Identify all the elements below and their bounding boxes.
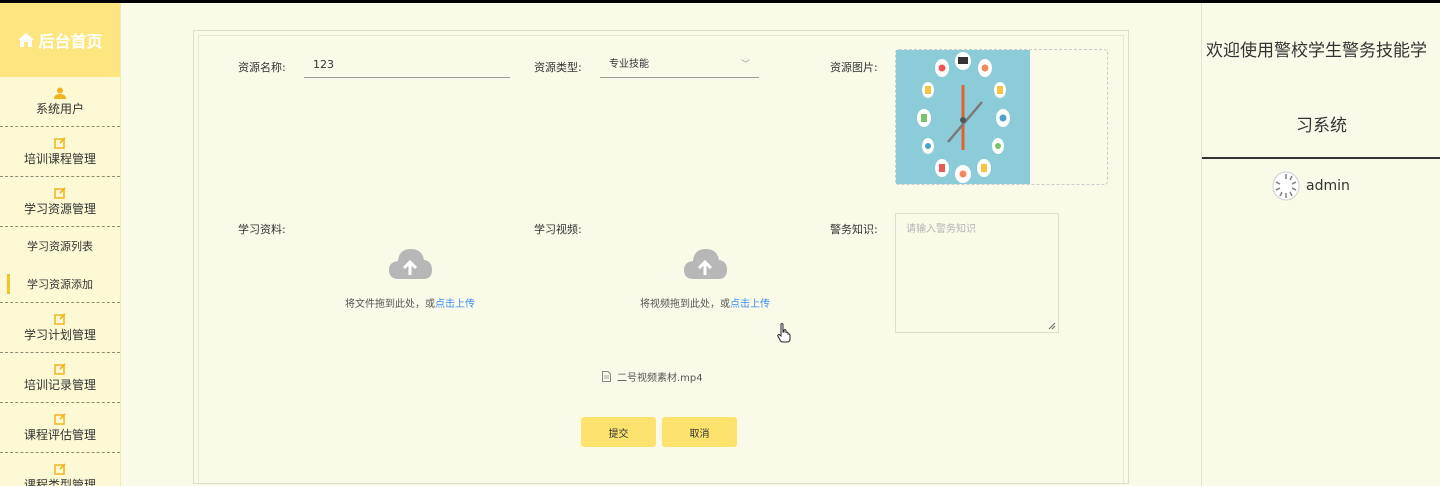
sidebar-item-learning-resources[interactable]: 学习资源管理 [0,177,120,227]
username: admin [1306,178,1350,194]
home-label: 后台首页 [38,32,103,51]
uploaded-file-item[interactable]: 二号视频素材.mp4 [602,369,703,384]
cloud-upload-icon [684,249,727,279]
learning-material-dropzone[interactable]: 将文件拖到此处，或点击上传 [290,245,530,335]
video-upload-link[interactable]: 点击上传 [730,299,770,310]
sidebar-item-label: 培训记录管理 [23,377,96,392]
sidebar-item-label: 学习资源管理 [23,201,96,216]
user-icon [54,87,66,99]
learning-material-label: 学习资料: [238,223,286,236]
edit-icon [54,462,66,475]
learning-video-dropzone[interactable]: 将视频拖到此处，或点击上传 [585,245,825,335]
home-icon [18,33,35,47]
user-info[interactable]: admin [1272,171,1350,201]
avatar [1272,171,1300,201]
edit-icon [54,312,66,325]
sidebar-item-label: 课程类型管理 [23,477,96,486]
police-knowledge-placeholder: 请输入警务知识 [906,224,976,235]
resource-type-value: 专业技能 [609,59,649,70]
resource-image-uploader[interactable] [895,49,1108,185]
video-upload-hint: 将视频拖到此处，或点击上传 [640,299,770,310]
sidebar-subitem-resource-add[interactable]: 学习资源添加 [0,265,120,303]
right-panel-divider [1202,157,1440,159]
sidebar-item-study-plans[interactable]: 学习计划管理 [0,303,120,353]
resource-name-label: 资源名称: [238,61,286,74]
resource-type-select[interactable]: 专业技能 ﹀ [600,52,759,78]
edit-icon [54,362,66,375]
edit-icon [54,136,66,149]
hand-pointer-icon [777,323,791,343]
sidebar-item-training-courses[interactable]: 培训课程管理 [0,127,120,177]
sidebar-item-label: 课程评估管理 [23,427,96,442]
edit-icon [54,186,66,199]
submit-button[interactable]: 提交 [581,417,656,447]
material-upload-link[interactable]: 点击上传 [435,299,475,310]
sidebar-item-training-records[interactable]: 培训记录管理 [0,353,120,403]
welcome-title-continued: 习系统 [1296,116,1347,136]
sidebar-subitem-resource-list[interactable]: 学习资源列表 [0,227,120,265]
resource-name-input[interactable]: 123 [304,52,510,78]
welcome-title: 欢迎使用警校学生警务技能学 [1206,41,1427,61]
edit-icon [54,412,66,425]
chevron-down-icon: ﹀ [740,60,750,70]
police-knowledge-textarea[interactable]: 请输入警务知识 [895,213,1059,333]
sidebar-item-system-users[interactable]: 系统用户 [0,77,120,127]
sidebar-item-course-types[interactable]: 课程类型管理 [0,453,120,486]
police-knowledge-label: 警务知识: [830,223,878,236]
resource-image-preview [896,50,1030,184]
resource-type-label: 资源类型: [534,61,582,74]
sidebar-item-label: 学习计划管理 [23,327,96,342]
resize-grip-icon[interactable] [1048,322,1056,330]
sidebar-item-label: 系统用户 [35,101,84,116]
resource-form-card: 资源名称: 123 资源类型: 专业技能 ﹀ 资源图片: 学习资料: 将文件拖到… [193,30,1129,484]
document-icon [602,371,611,382]
material-upload-hint: 将文件拖到此处，或点击上传 [345,299,475,310]
sidebar: 后台首页 系统用户 培训课程管理 学习资源管理 学习资源列表 学习资源添加 学习… [0,3,121,486]
sidebar-item-label: 培训课程管理 [23,151,96,166]
cancel-button[interactable]: 取消 [662,417,737,447]
right-panel: 欢迎使用警校学生警务技能学 习系统 admin [1201,3,1440,486]
sidebar-item-course-evaluation[interactable]: 课程评估管理 [0,403,120,453]
cloud-upload-icon [389,249,432,279]
learning-video-label: 学习视频: [534,223,582,236]
uploaded-file-name: 二号视频素材.mp4 [617,373,703,384]
resource-image-label: 资源图片: [830,61,878,74]
sidebar-home-link[interactable]: 后台首页 [0,3,120,77]
